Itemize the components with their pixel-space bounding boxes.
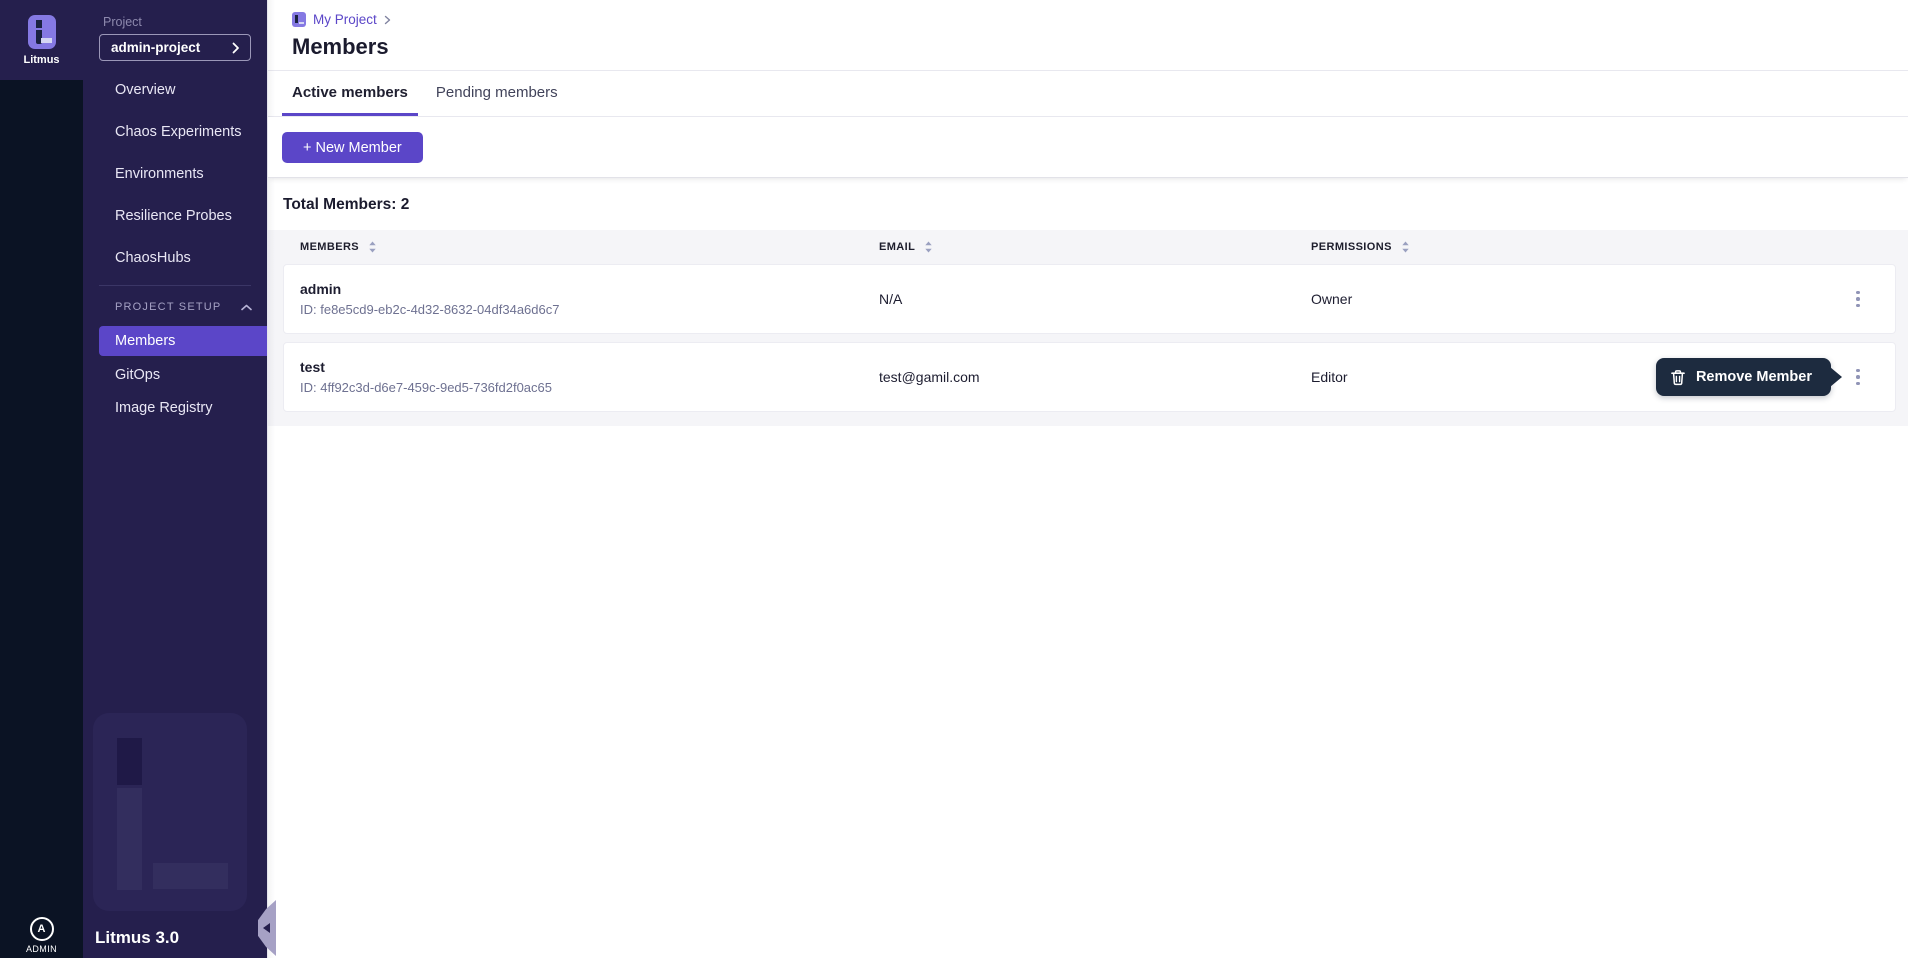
member-permission: Owner (1311, 291, 1895, 307)
selected-project-name: admin-project (111, 40, 200, 55)
project-setup-section-toggle[interactable]: PROJECT SETUP (83, 290, 267, 324)
chevron-right-icon (232, 42, 240, 54)
new-member-button[interactable]: + New Member (282, 132, 423, 163)
project-label: Project (103, 15, 267, 29)
avatar-label: ADMIN (26, 944, 57, 954)
project-sidebar: Project admin-project Overview Chaos Exp… (83, 0, 267, 958)
member-id: ID: 4ff92c3d-d6e7-459c-9ed5-736fd2f0ac65 (300, 380, 879, 395)
sidebar-item-members[interactable]: Members (99, 326, 267, 356)
sidebar-item-chaos-experiments[interactable]: Chaos Experiments (83, 111, 267, 153)
collapse-sidebar-handle[interactable] (258, 900, 276, 956)
sidebar-item-overview[interactable]: Overview (83, 69, 267, 111)
tab-active-members[interactable]: Active members (282, 71, 418, 116)
member-name: admin (300, 281, 879, 297)
watermark-logo (93, 713, 247, 911)
sort-permissions-icon[interactable] (1400, 241, 1411, 253)
chevron-up-icon (241, 304, 252, 311)
total-members-count: Total Members: 2 (283, 196, 1908, 214)
breadcrumb-project-link[interactable]: My Project (313, 12, 377, 27)
table-row: admin ID: fe8e5cd9-eb2c-4d32-8632-04df34… (283, 264, 1896, 334)
members-toolbar: + New Member (268, 117, 1908, 178)
table-row: test ID: 4ff92c3d-d6e7-459c-9ed5-736fd2f… (283, 342, 1896, 412)
collapse-arrow-icon (263, 923, 270, 933)
sidebar-item-resilience-probes[interactable]: Resilience Probes (83, 195, 267, 237)
main-content: My Project Members Active members Pendin… (267, 0, 1908, 958)
sidebar-item-image-registry[interactable]: Image Registry (83, 391, 267, 424)
members-table: MEMBERS EMAIL PERMISSIONS (268, 230, 1908, 426)
member-email: N/A (879, 291, 1311, 307)
column-header-permissions: PERMISSIONS (1311, 241, 1392, 253)
tab-pending-members[interactable]: Pending members (426, 71, 568, 116)
row-menu-kebab-icon[interactable] (1847, 362, 1869, 392)
members-tabbar: Active members Pending members (268, 71, 1908, 117)
breadcrumb-chevron-icon (384, 15, 391, 25)
column-header-email: EMAIL (879, 241, 915, 253)
row-menu-kebab-icon[interactable] (1847, 284, 1869, 314)
sidebar-item-chaoshubs[interactable]: ChaosHubs (83, 237, 267, 279)
sidebar-item-gitops[interactable]: GitOps (83, 358, 267, 391)
version-label: Litmus 3.0 (95, 928, 179, 948)
sort-members-icon[interactable] (367, 241, 378, 253)
project-setup-label: PROJECT SETUP (115, 301, 221, 313)
remove-member-menu-item[interactable]: Remove Member (1656, 358, 1831, 396)
litmus-logo-icon (28, 15, 56, 49)
sidebar-item-environments[interactable]: Environments (83, 153, 267, 195)
member-email: test@gamil.com (879, 369, 1311, 385)
member-id: ID: fe8e5cd9-eb2c-4d32-8632-04df34a6d6c7 (300, 302, 879, 317)
breadcrumb: My Project (292, 12, 1884, 27)
members-section: Total Members: 2 MEMBERS EMAIL PERM (268, 178, 1908, 426)
app-rail: Litmus A ADMIN (0, 0, 83, 958)
trash-icon (1670, 369, 1686, 386)
page-title: Members (292, 34, 1884, 60)
brand-name: Litmus (23, 54, 59, 66)
page-header: My Project Members (268, 0, 1908, 71)
brand-block[interactable]: Litmus (0, 0, 83, 80)
admin-avatar[interactable]: A (30, 917, 54, 941)
breadcrumb-project-icon (292, 12, 306, 27)
remove-member-label: Remove Member (1696, 369, 1812, 385)
column-header-members: MEMBERS (300, 241, 359, 253)
sort-email-icon[interactable] (923, 241, 934, 253)
avatar-initial: A (38, 923, 46, 935)
project-selector[interactable]: admin-project (99, 34, 251, 61)
table-header-row: MEMBERS EMAIL PERMISSIONS (283, 230, 1896, 264)
member-name: test (300, 359, 879, 375)
sidebar-divider (99, 285, 251, 286)
